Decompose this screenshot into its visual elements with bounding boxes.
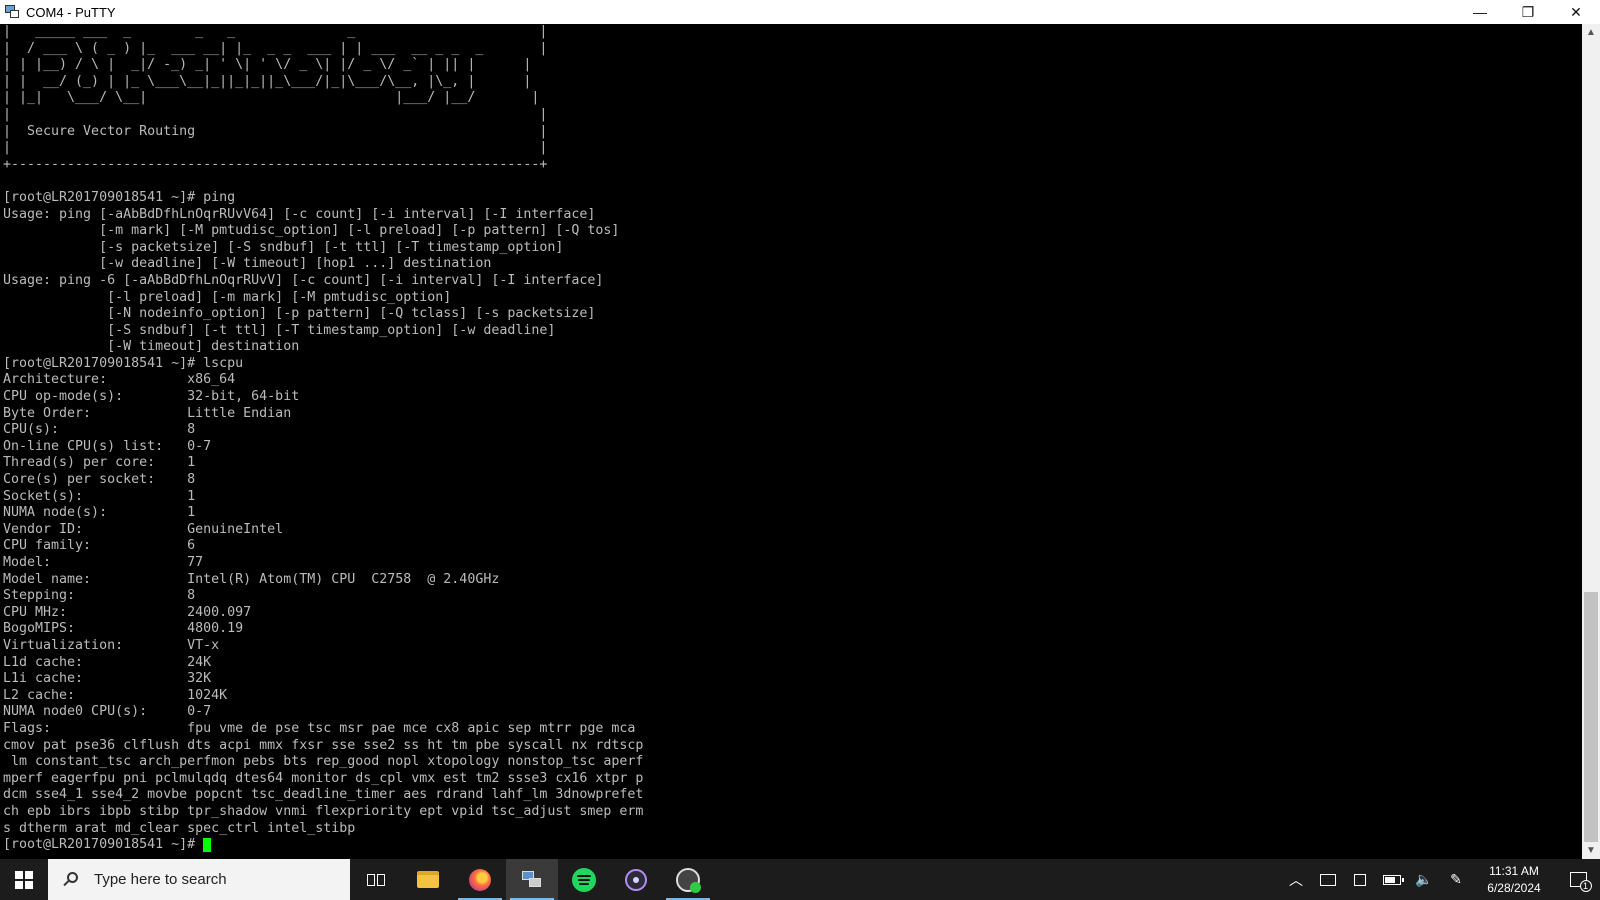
terminal-line: | _____ ___ _ _ _ _ |	[3, 24, 548, 39]
terminal-line: [root@LR201709018541 ~]# lscpu	[3, 355, 244, 371]
minimize-button[interactable]: —	[1456, 0, 1504, 24]
taskbar: Type here to search ︿ 🔈 ✎ 11:31 AM 6/28/…	[0, 859, 1600, 900]
terminal-line: Core(s) per socket: 8	[3, 472, 196, 488]
terminal-line: [-S sndbuf] [-t ttl] [-T timestamp_optio…	[3, 322, 556, 338]
clock-time: 11:31 AM	[1489, 863, 1539, 878]
window-controls: — ❐ ✕	[1456, 0, 1600, 24]
terminal-line: CPU family: 6	[3, 538, 196, 554]
scroll-thumb[interactable]	[1584, 592, 1598, 842]
vertical-scrollbar[interactable]: ▲ ▼	[1582, 24, 1600, 859]
terminal-prompt-line: [root@LR201709018541 ~]#	[3, 837, 1582, 854]
putty-icon	[520, 869, 544, 891]
terminal-line: | Secure Vector Routing |	[3, 123, 548, 139]
speaker-icon[interactable]: 🔈	[1408, 859, 1440, 900]
terminal-line: s dtherm arat md_clear spec_ctrl intel_s…	[3, 820, 356, 836]
terminal-line: CPU op-mode(s): 32-bit, 64-bit	[3, 389, 300, 405]
terminal-line: Byte Order: Little Endian	[3, 405, 292, 421]
vpn-client-button[interactable]	[662, 859, 714, 900]
firefox-icon	[469, 868, 491, 891]
search-placeholder: Type here to search	[94, 871, 227, 888]
firefox-button[interactable]	[454, 859, 506, 900]
terminal-line: | / ___ \ ( _ ) |_ ___ __| |_ _ _ ___ | …	[3, 40, 548, 56]
taskbar-search-box[interactable]: Type here to search	[48, 859, 350, 900]
terminal-output: | _____ ___ _ _ _ _ | | / ___ \ ( _ ) |_…	[3, 24, 1582, 837]
clock-date: 6/28/2024	[1487, 880, 1541, 895]
terminal-line: Socket(s): 1	[3, 488, 196, 504]
terminal-line: ch epb ibrs ibpb stibp tpr_shadow vnmi f…	[3, 803, 644, 819]
terminal-line: [root@LR201709018541 ~]# ping	[3, 189, 236, 205]
terminal-line: dcm sse4_1 sse4_2 movbe popcnt tsc_deadl…	[3, 787, 644, 803]
terminal-line: | | __/ (_) | |_ \___\__|_||_|_||_\___/|…	[3, 73, 532, 89]
terminal-line: [-l preload] [-m mark] [-M pmtudisc_opti…	[3, 289, 452, 305]
system-tray: ︿ 🔈 ✎ 11:31 AM 6/28/2024 1	[1280, 859, 1600, 900]
terminal-line: NUMA node(s): 1	[3, 505, 196, 521]
terminal-cursor	[203, 838, 212, 853]
terminal-line: Usage: ping -6 [-aAbBdDfhLnOqrRUvV] [-c …	[3, 272, 604, 288]
terminal-line: [-s packetsize] [-S sndbuf] [-t ttl] [-T…	[3, 239, 564, 255]
battery-icon[interactable]	[1376, 859, 1408, 900]
putty-app-icon[interactable]	[4, 4, 20, 20]
pen-workspace-icon[interactable]: ✎	[1440, 859, 1472, 900]
start-button[interactable]	[0, 859, 48, 900]
windows-logo-icon	[15, 870, 33, 889]
terminal-line: | |	[3, 140, 548, 156]
terminal-line: | | |__) / \ | _|/ -_) _| ' \| ' \/ _ \|…	[3, 57, 532, 73]
terminal-line: Virtualization: VT-x	[3, 637, 220, 653]
terminal-line: mperf eagerfpu pni pclmulqdq dtes64 moni…	[3, 770, 644, 786]
terminal-line: L2 cache: 1024K	[3, 687, 228, 703]
terminal-line: [-W timeout] destination	[3, 339, 300, 355]
meet-now-icon[interactable]	[1344, 859, 1376, 900]
terminal-line: Vendor ID: GenuineIntel	[3, 521, 284, 537]
terminal-line: [-w deadline] [-W timeout] [hop1 ...] de…	[3, 256, 492, 272]
close-button[interactable]: ✕	[1552, 0, 1600, 24]
terminal-line: Usage: ping [-aAbBdDfhLnOqrRUvV64] [-c c…	[3, 206, 596, 222]
terminal-line: [-N nodeinfo_option] [-p pattern] [-Q tc…	[3, 306, 596, 322]
taskbar-apps	[350, 859, 714, 900]
spotify-button[interactable]	[558, 859, 610, 900]
terminal-line: [-m mark] [-M pmtudisc_option] [-l prelo…	[3, 223, 620, 239]
putty-taskbar-button[interactable]	[506, 859, 558, 900]
media-player-icon	[625, 868, 647, 891]
terminal-line: Stepping: 8	[3, 588, 196, 604]
folder-icon	[417, 871, 439, 888]
file-explorer-button[interactable]	[402, 859, 454, 900]
terminal-line: lm constant_tsc arch_perfmon pebs bts re…	[3, 754, 644, 770]
task-view-button[interactable]	[350, 859, 402, 900]
terminal-line: Thread(s) per core: 1	[3, 455, 196, 471]
terminal-line: L1i cache: 32K	[3, 671, 212, 687]
terminal-line: Flags: fpu vme de pse tsc msr pae mce cx…	[3, 720, 636, 736]
terminal-line: +---------------------------------------…	[3, 156, 548, 172]
show-hidden-icons-chevron-icon[interactable]: ︿	[1280, 859, 1312, 900]
task-view-icon	[367, 872, 385, 888]
scroll-down-arrow[interactable]: ▼	[1582, 842, 1600, 859]
terminal-line: Architecture: x86_64	[3, 372, 236, 388]
taskbar-clock[interactable]: 11:31 AM 6/28/2024	[1472, 859, 1556, 900]
terminal-area[interactable]: | _____ ___ _ _ _ _ | | / ___ \ ( _ ) |_…	[0, 24, 1582, 859]
restore-button[interactable]: ❐	[1504, 0, 1552, 24]
terminal-prompt: [root@LR201709018541 ~]#	[3, 837, 204, 853]
display-icon[interactable]	[1312, 859, 1344, 900]
terminal-line: | |	[3, 106, 548, 122]
media-player-button[interactable]	[610, 859, 662, 900]
terminal-line: BogoMIPS: 4800.19	[3, 621, 244, 637]
terminal-line: L1d cache: 24K	[3, 654, 212, 670]
terminal-line: Model: 77	[3, 555, 204, 570]
terminal-line: cmov pat pse36 clflush dts acpi mmx fxsr…	[3, 737, 644, 753]
search-icon	[62, 871, 80, 889]
terminal-line: CPU MHz: 2400.097	[3, 604, 252, 620]
scroll-up-arrow[interactable]: ▲	[1582, 24, 1600, 41]
notification-icon: 1	[1569, 872, 1592, 892]
vpn-check-icon	[676, 867, 701, 893]
terminal-line: CPU(s): 8	[3, 422, 196, 438]
notification-count: 1	[1579, 880, 1592, 892]
notification-center-button[interactable]: 1	[1556, 859, 1600, 900]
terminal-line: On-line CPU(s) list: 0-7	[3, 438, 212, 454]
spotify-icon	[572, 867, 596, 892]
terminal-line: NUMA node0 CPU(s): 0-7	[3, 704, 212, 720]
window-title: COM4 - PuTTY	[26, 4, 116, 20]
window-titlebar[interactable]: COM4 - PuTTY — ❐ ✕	[0, 0, 1600, 24]
terminal-line: | |_| \___/ \__| |___/ |__/ |	[3, 90, 540, 106]
terminal-line: Model name: Intel(R) Atom(TM) CPU C2758 …	[3, 571, 500, 587]
